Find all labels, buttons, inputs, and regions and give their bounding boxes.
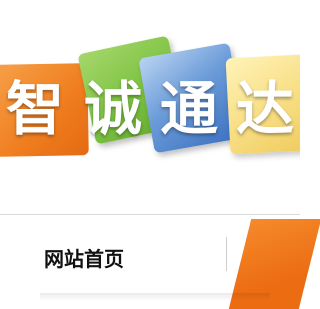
nav-divider (226, 237, 227, 271)
site-logo: 智 诚 通 达 (0, 0, 300, 178)
logo-text: 智 诚 通 达 (0, 74, 300, 144)
logo-char-2: 诚 (84, 75, 143, 143)
logo-char-1: 智 (6, 75, 65, 143)
nav-item-home[interactable]: 网站首页 (44, 243, 124, 272)
logo-char-4: 达 (236, 75, 295, 143)
main-nav: 网站首页 (0, 214, 320, 309)
logo-char-3: 通 (160, 75, 219, 143)
